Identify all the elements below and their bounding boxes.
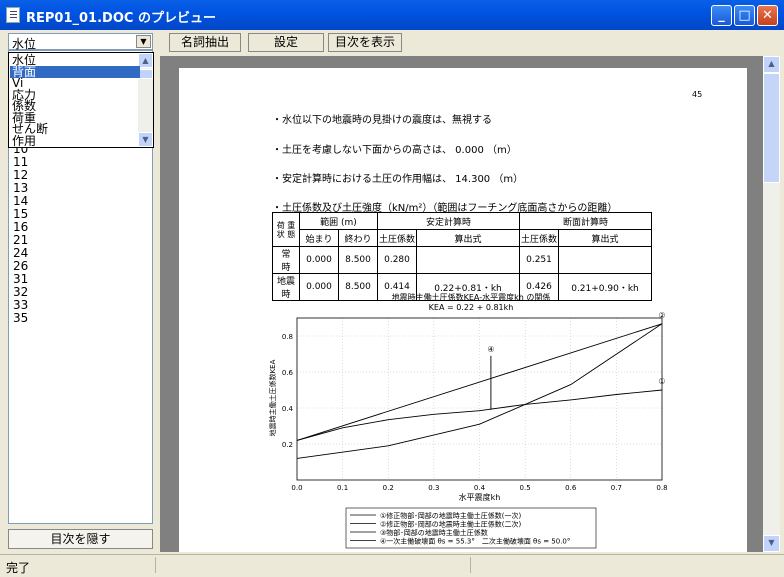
table-cell: 0.000 xyxy=(299,246,339,274)
chart-marker-label: ① xyxy=(658,377,665,386)
table-cell: 0.251 xyxy=(519,246,559,274)
status-divider xyxy=(470,557,471,573)
hide-toc-button[interactable]: 目次を隠す xyxy=(8,529,153,549)
x-tick-label: 0.1 xyxy=(337,484,348,492)
maximize-button[interactable]: □ xyxy=(734,5,755,26)
table-header: 荷 重 状 態 xyxy=(272,212,300,247)
scroll-up-icon[interactable]: ▲ xyxy=(138,53,153,68)
legend-label: ②修正物部･岡部の地震時主働土圧係数(二次) xyxy=(380,520,522,529)
y-tick-label: 0.4 xyxy=(282,405,294,413)
dropdown-item[interactable]: 背面 xyxy=(10,65,140,78)
x-axis-label: 水平震度kh xyxy=(459,492,501,502)
title-bar: REP01_01.DOC のプレビュー _ □ ✕ xyxy=(0,0,784,30)
status-text: 完了 xyxy=(6,561,31,575)
table-cell xyxy=(416,246,520,274)
legend-label: ①修正物部･岡部の地震時主働土圧係数(一次) xyxy=(380,511,522,520)
chart-marker-label: ④ xyxy=(487,345,494,354)
status-divider xyxy=(155,557,156,573)
series-line xyxy=(296,323,663,441)
y-axis-label: 地震時主働土圧係数KEA xyxy=(268,359,277,436)
show-toc-button[interactable]: 目次を表示 xyxy=(328,33,402,52)
table-cell: 8.500 xyxy=(338,246,378,274)
combo-dropdown[interactable]: ▲ ▼ 水位 背面 Vi 応力 係数 荷重 せん断 作用 xyxy=(8,52,154,148)
table-header: 算出式 xyxy=(416,229,520,247)
table-header: 安定計算時 xyxy=(377,212,520,230)
window-title: REP01_01.DOC のプレビュー xyxy=(26,11,216,26)
scroll-up-icon[interactable]: ▲ xyxy=(763,56,780,73)
table-cell: 常 時 xyxy=(272,246,300,274)
doc-line: ・水位以下の地震時の見掛けの震度は、無視する xyxy=(272,115,492,126)
dropdown-scrollbar[interactable]: ▲ ▼ xyxy=(138,53,153,147)
combo-value: 水位 xyxy=(12,37,37,51)
x-tick-label: 0.7 xyxy=(611,484,622,492)
scroll-thumb[interactable] xyxy=(763,73,780,183)
doc-line: ・安定計算時における土圧の作用幅は、 14.300 （m） xyxy=(272,174,524,185)
x-tick-label: 0.6 xyxy=(565,484,577,492)
toc-list-item[interactable]: 35 xyxy=(13,312,28,325)
minimize-button[interactable]: _ xyxy=(711,5,732,26)
close-button[interactable]: ✕ xyxy=(757,5,778,26)
table-header: 断面計算時 xyxy=(519,212,652,230)
document-icon xyxy=(6,7,20,23)
settings-button[interactable]: 設定 xyxy=(248,33,324,52)
chevron-down-icon[interactable]: ▼ xyxy=(136,35,151,48)
scroll-down-icon[interactable]: ▼ xyxy=(138,132,153,147)
x-tick-label: 0.2 xyxy=(383,484,394,492)
chart-marker-label: ② xyxy=(658,311,665,320)
dropdown-item[interactable]: 作用 xyxy=(10,135,140,147)
x-tick-label: 0.4 xyxy=(474,484,486,492)
noun-extract-button[interactable]: 名詞抽出 xyxy=(169,33,241,52)
scroll-thumb[interactable] xyxy=(138,69,153,79)
toc-category-combo[interactable]: 水位 ▼ xyxy=(8,33,153,51)
table-row: 常 時 0.000 8.500 0.280 0.251 xyxy=(272,246,652,274)
x-tick-label: 0.0 xyxy=(291,484,302,492)
legend-label: ④一次主働破壊面 θs = 55.3° 二次主働破壊面 θs = 50.0° xyxy=(380,537,570,546)
table-cell: 0.280 xyxy=(377,246,417,274)
x-tick-label: 0.3 xyxy=(428,484,439,492)
x-tick-label: 0.5 xyxy=(520,484,531,492)
kea-kh-chart: 地震時主働土圧係数KEA-水平震度kh の関係KEA = 0.22 + 0.81… xyxy=(268,292,668,549)
table-header: 算出式 xyxy=(558,229,652,247)
status-bar: 完了 xyxy=(0,554,784,577)
table-header: 範囲 (m) xyxy=(299,212,378,230)
y-tick-label: 0.6 xyxy=(282,369,294,377)
chart-subtitle: KEA = 0.22 + 0.81kh xyxy=(429,303,514,312)
legend-label: ③物部･岡部の地震時主働土圧係数 xyxy=(380,528,488,537)
y-tick-label: 0.8 xyxy=(282,333,293,341)
doc-line: ・土圧を考慮しない下面からの高さは、 0.000 （m） xyxy=(272,145,517,156)
scroll-down-icon[interactable]: ▼ xyxy=(763,535,780,552)
table-header: 土圧係数 xyxy=(519,229,559,247)
y-tick-label: 0.2 xyxy=(282,441,293,449)
page-number: 45 xyxy=(692,90,703,99)
x-tick-label: 0.8 xyxy=(656,484,667,492)
chart-title: 地震時主働土圧係数KEA-水平震度kh の関係 xyxy=(392,292,551,302)
table-header: 始まり xyxy=(299,229,339,247)
table-cell xyxy=(558,246,652,274)
table-header: 終わり xyxy=(338,229,378,247)
table-header: 土圧係数 xyxy=(377,229,417,247)
